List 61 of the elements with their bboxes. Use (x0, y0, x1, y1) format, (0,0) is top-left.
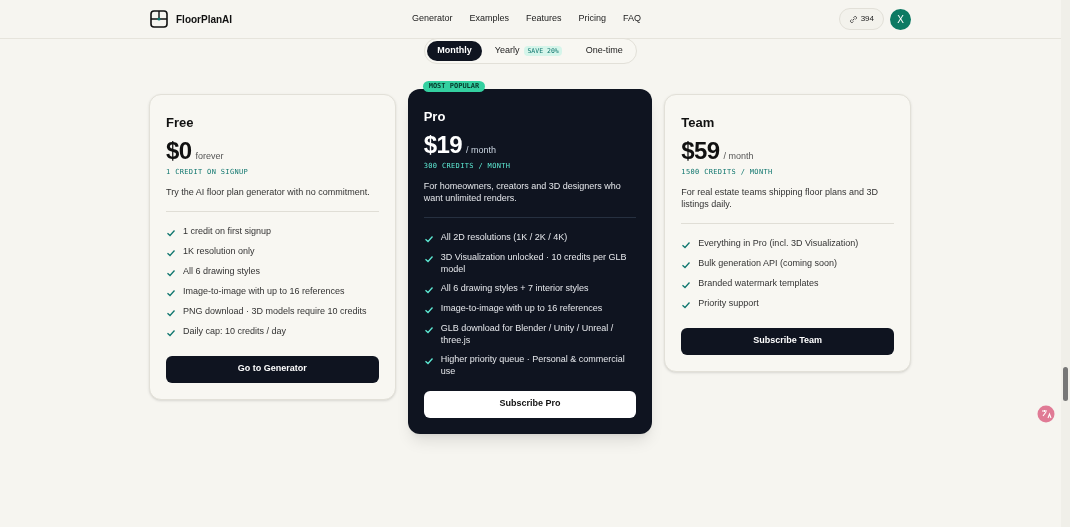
price-period: / month (465, 144, 496, 157)
feature-text: Bulk generation API (coming soon) (698, 256, 837, 270)
plan-name: Pro (423, 108, 447, 126)
feature-text: 1K resolution only (183, 244, 255, 258)
feature-text: Priority support (698, 296, 759, 310)
nav-link[interactable]: Features (526, 12, 562, 26)
nav-link[interactable]: Generator (411, 12, 453, 26)
plan-button[interactable]: Go to Generator (166, 355, 379, 383)
plan-button[interactable]: Subscribe Team (681, 327, 894, 355)
feature-text: All 6 drawing styles + 7 interior styles (440, 281, 589, 295)
feature-text: 1 credit on first signup (183, 224, 272, 238)
check-icon (423, 324, 434, 335)
scrollbar[interactable] (1061, 0, 1070, 527)
check-icon (166, 327, 176, 338)
feature-text: Branded watermark templates (698, 276, 819, 290)
plan-description: For real estate teams shipping floor plans and 3D listings daily. (681, 185, 879, 210)
plan-price: $19 (423, 131, 462, 159)
check-icon (423, 233, 434, 244)
nav-link[interactable]: Pricing (578, 12, 607, 26)
check-icon (681, 259, 692, 270)
feature-text: All 6 drawing styles (183, 264, 261, 278)
check-icon (423, 284, 434, 295)
feature-text: GLB download for Blender / Unity / Unreal / three.js (440, 321, 615, 346)
feature-text: Image-to-image with up to 16 references (183, 284, 345, 298)
billing-tab[interactable]: Monthly (427, 41, 482, 61)
feature-text: 3D Visualization unlocked · 10 credits per GLB model (440, 250, 628, 275)
feature-text: Everything in Pro (incl. 3D Visualization) (698, 236, 859, 250)
plan-description: Try the AI floor plan generator with no commitment. (166, 185, 371, 198)
check-icon (166, 287, 176, 298)
price-period: / month (723, 150, 754, 163)
feature-text: Image-to-image with up to 16 references (440, 301, 603, 315)
billing-tab[interactable]: One-time (574, 41, 634, 61)
nav-link[interactable]: FAQ (623, 12, 642, 26)
check-icon (166, 307, 176, 318)
translate-icon[interactable] (1037, 405, 1055, 423)
check-icon (681, 279, 692, 290)
check-icon (423, 253, 434, 264)
feature-text: PNG download · 3D models require 10 credits (183, 304, 367, 318)
plan-description: For homeowners, creators and 3D designers who want unlimited renders. (423, 179, 622, 204)
nav-link[interactable]: Examples (469, 12, 509, 26)
plan-name: Team (681, 114, 716, 132)
logo-icon (150, 10, 168, 28)
feature-text: Daily cap: 10 credits / day (183, 324, 287, 338)
check-icon (423, 304, 434, 315)
price-period: forever (195, 150, 224, 163)
plan-name: Free (166, 114, 195, 132)
check-icon (166, 247, 176, 258)
plan-price: $0 (166, 137, 192, 165)
plan-button[interactable]: Subscribe Pro (423, 390, 637, 418)
check-icon (166, 267, 176, 278)
feature-text: All 2D resolutions (1K / 2K / 4K) (440, 230, 568, 244)
check-icon (681, 299, 692, 310)
brand-name[interactable]: FloorPlanAI (176, 11, 233, 27)
credits-pill[interactable]: 394 (838, 8, 884, 30)
feature-text: Higher priority queue · Personal & commercial use (440, 352, 626, 377)
plan-price: $59 (681, 137, 720, 165)
check-icon (166, 227, 176, 238)
avatar[interactable]: X (890, 8, 911, 30)
link-icon (848, 14, 858, 24)
check-icon (423, 355, 434, 366)
check-icon (681, 239, 692, 250)
